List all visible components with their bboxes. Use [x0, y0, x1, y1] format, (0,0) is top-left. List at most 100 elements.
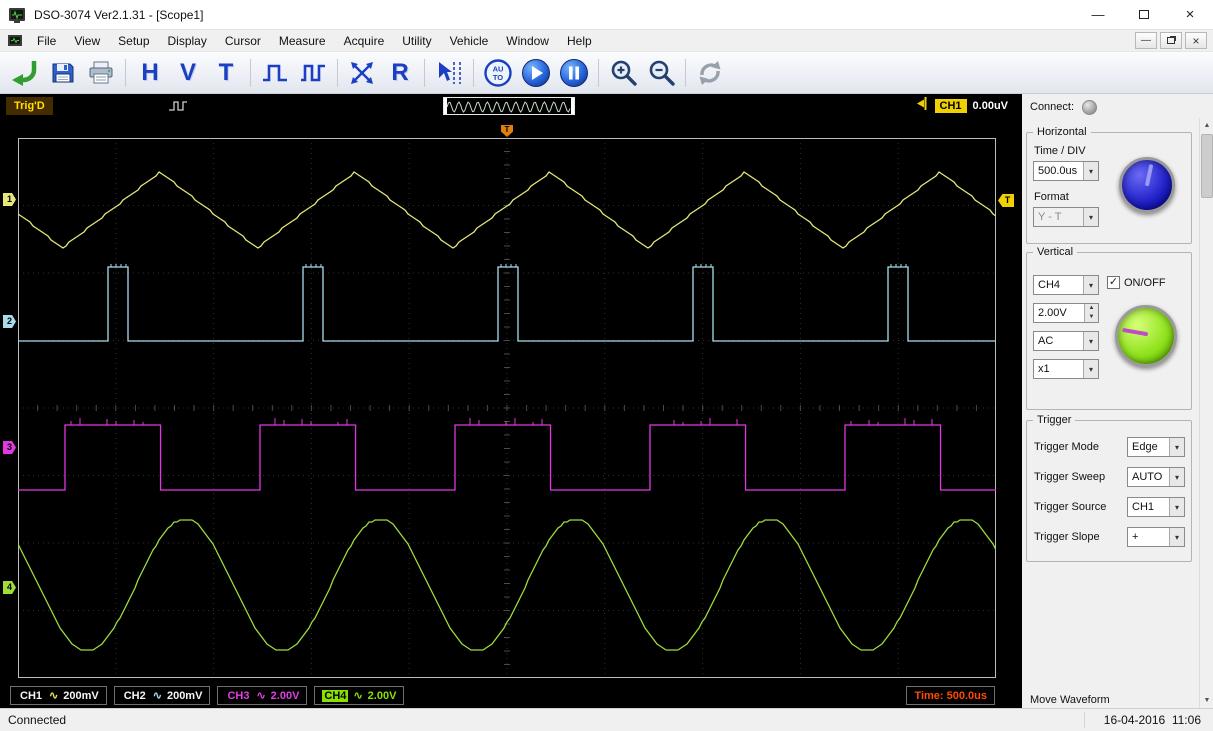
math-icon	[351, 61, 373, 84]
trigger-mode-select[interactable]: Edge ▾	[1127, 437, 1185, 457]
vertical-knob[interactable]	[1115, 305, 1177, 367]
trigger-position-marker[interactable]: T	[501, 125, 513, 137]
self-calibration-button[interactable]	[691, 54, 729, 92]
trigger-settings-button[interactable]: T	[207, 54, 245, 92]
ch1-badge[interactable]: CH1 ∿ 200mV	[10, 686, 107, 705]
vertical-settings-button[interactable]: V	[169, 54, 207, 92]
pulse-trigger-button[interactable]	[256, 54, 294, 92]
ch2-level-marker[interactable]: 2	[3, 315, 16, 328]
vertical-group: Vertical CH4 ▾ ✓ ON/OFF 2.00V ▲ ▼ AC ▾ x1 ▾	[1026, 246, 1192, 410]
spinner-up-icon[interactable]: ▲	[1085, 304, 1098, 313]
run-icon	[522, 58, 550, 87]
trigger-source-badge[interactable]: CH1	[934, 99, 967, 113]
reference-button[interactable]: R	[381, 54, 419, 92]
minimize-button[interactable]: —	[1075, 0, 1121, 29]
cursor-measure-button[interactable]	[430, 54, 468, 92]
scope-display[interactable]: 1 2 3 4 T T CH1 ∿ 200mV CH2 ∿ 200mV CH3 ∿ 2.00…	[0, 118, 1022, 708]
time-div-select[interactable]: 500.0us ▾	[1033, 161, 1099, 181]
menu-vehicle[interactable]: Vehicle	[441, 32, 498, 50]
zoom-in-button[interactable]	[604, 54, 642, 92]
panel-scrollbar[interactable]: ▲ ▼	[1199, 118, 1213, 708]
statusbar: Connected 16-04-2016 11:06	[0, 708, 1213, 731]
channel-onoff-checkbox[interactable]: ✓	[1107, 276, 1120, 289]
close-button[interactable]: ×	[1167, 0, 1213, 29]
ch2-badge[interactable]: CH2 ∿ 200mV	[113, 686, 211, 705]
save-icon	[52, 63, 74, 82]
datetime-label: 16-04-2016 11:06	[1103, 713, 1201, 727]
channel-select[interactable]: CH4 ▾	[1033, 275, 1099, 295]
trigger-sweep-label: Trigger Sweep	[1034, 471, 1106, 483]
mdi-minimize-button[interactable]: —	[1135, 32, 1157, 49]
probe-select[interactable]: x1 ▾	[1033, 359, 1099, 379]
menu-file[interactable]: File	[28, 32, 65, 50]
pulse-width-icon	[301, 64, 325, 81]
save-button[interactable]	[44, 54, 82, 92]
trigger-status-label: Trig'D	[6, 97, 53, 115]
print-button[interactable]	[82, 54, 120, 92]
auto-setup-icon	[12, 60, 37, 86]
chevron-down-icon: ▾	[1169, 468, 1184, 486]
connect-indicator	[1082, 99, 1098, 115]
trigger-sweep-select[interactable]: AUTO ▾	[1127, 467, 1185, 487]
zoom-out-button[interactable]	[642, 54, 680, 92]
scrollbar-thumb[interactable]	[1201, 134, 1213, 198]
pulse-width-button[interactable]	[294, 54, 332, 92]
auto-setup-button[interactable]	[6, 54, 44, 92]
trigger-slope-select[interactable]: + ▾	[1127, 527, 1185, 547]
cursor-measure-icon	[439, 61, 461, 84]
trigger-source-label: Trigger Source	[1034, 501, 1107, 513]
trigger-level-value: 0.00uV	[972, 100, 1008, 112]
menu-display[interactable]: Display	[159, 32, 216, 50]
pause-button[interactable]	[555, 54, 593, 92]
scroll-up-icon[interactable]: ▲	[1200, 118, 1213, 133]
mdi-restore-button[interactable]	[1160, 32, 1182, 49]
scroll-down-icon[interactable]: ▼	[1200, 693, 1213, 708]
ch1-level-marker[interactable]: 1	[3, 193, 16, 206]
statusbar-divider	[1084, 712, 1085, 728]
dso-application-window: DSO-3074 Ver2.1.31 - [Scope1] — × File V…	[0, 0, 1213, 731]
record-position-bar[interactable]	[443, 97, 575, 115]
menu-setup[interactable]: Setup	[109, 32, 158, 50]
run-button[interactable]	[517, 54, 555, 92]
zoom-out-icon	[649, 60, 675, 86]
menu-utility[interactable]: Utility	[393, 32, 440, 50]
knob-pointer	[1144, 164, 1154, 187]
menu-cursor[interactable]: Cursor	[216, 32, 270, 50]
trigger-level-marker[interactable]: T	[998, 194, 1014, 207]
chevron-down-icon: ▾	[1083, 276, 1098, 294]
ch3-level-marker[interactable]: 3	[3, 441, 16, 454]
trigger-slope-label: Trigger Slope	[1034, 531, 1100, 543]
svg-text:TO: TO	[493, 73, 503, 82]
horizontal-icon: H	[141, 58, 159, 86]
menu-measure[interactable]: Measure	[270, 32, 335, 50]
maximize-button[interactable]	[1121, 0, 1167, 29]
ch3-badge[interactable]: CH3 ∿ 2.00V	[217, 686, 308, 705]
chevron-down-icon: ▾	[1169, 528, 1184, 546]
record-waveform-icon	[446, 101, 571, 113]
volts-div-spinner[interactable]: 2.00V ▲ ▼	[1033, 303, 1099, 323]
math-button[interactable]	[343, 54, 381, 92]
menu-help[interactable]: Help	[558, 32, 601, 50]
mdi-close-button[interactable]: ×	[1185, 32, 1207, 49]
menu-view[interactable]: View	[65, 32, 109, 50]
toolbar: H V T R AU TO	[0, 52, 1213, 94]
horizontal-settings-button[interactable]: H	[131, 54, 169, 92]
waveform-canvas[interactable]	[17, 137, 997, 679]
trigger-source-select[interactable]: CH1 ▾	[1127, 497, 1185, 517]
record-right-handle[interactable]	[571, 98, 574, 114]
menu-window[interactable]: Window	[497, 32, 558, 50]
record-left-handle[interactable]	[444, 98, 447, 114]
control-panel: Connect: Horizontal Time / DIV 500.0us ▾ …	[1022, 94, 1199, 708]
reference-icon: R	[391, 58, 409, 86]
time-badge: Time: 500.0us	[906, 686, 995, 705]
coupling-select[interactable]: AC ▾	[1033, 331, 1099, 351]
spinner-down-icon[interactable]: ▼	[1085, 313, 1098, 322]
auto-scale-button[interactable]: AU TO	[479, 54, 517, 92]
menu-acquire[interactable]: Acquire	[335, 32, 394, 50]
horizontal-knob[interactable]	[1119, 157, 1175, 213]
trigger-level-icon	[916, 96, 929, 116]
ch4-badge[interactable]: CH4 ∿ 2.00V	[314, 686, 405, 705]
waveform-grid[interactable]	[17, 137, 997, 679]
app-icon	[8, 6, 26, 24]
ch4-level-marker[interactable]: 4	[3, 581, 16, 594]
